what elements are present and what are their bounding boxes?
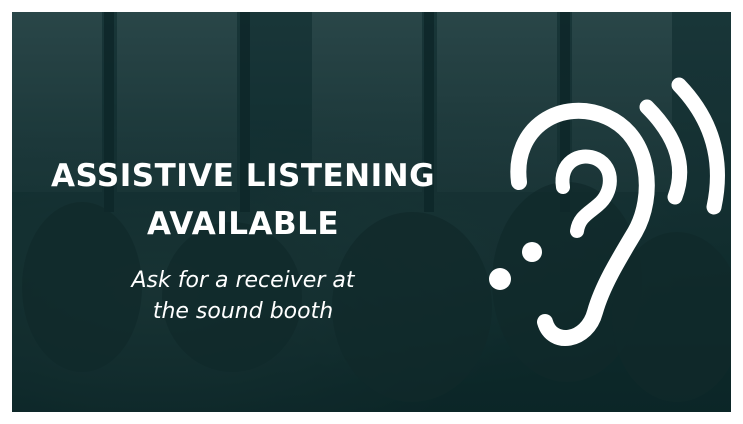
sound-dot-lower xyxy=(489,268,511,290)
sound-dot-upper xyxy=(522,242,542,262)
headline-line-1: ASSISTIVE LISTENING xyxy=(50,158,436,194)
headline-line-2: AVAILABLE xyxy=(146,206,340,242)
ear-with-sound-waves-icon xyxy=(489,77,725,346)
subtext: Ask for a receiver at the sound booth xyxy=(12,265,474,327)
subtext-line-2: the sound booth xyxy=(152,299,334,324)
assistive-listening-banner: ASSISTIVE LISTENING AVAILABLE Ask for a … xyxy=(12,12,731,412)
headline: ASSISTIVE LISTENING AVAILABLE xyxy=(12,152,474,248)
ear-inner-curl xyxy=(555,149,617,238)
subtext-line-1: Ask for a receiver at xyxy=(131,268,355,293)
